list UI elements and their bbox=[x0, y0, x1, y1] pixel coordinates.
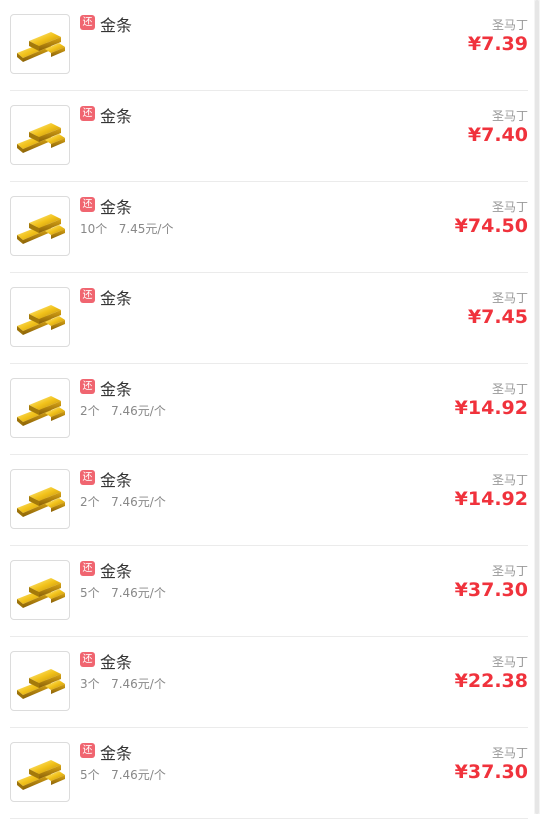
item-price: ¥7.40 bbox=[467, 124, 528, 146]
gold-bar-icon bbox=[10, 742, 70, 802]
list-item[interactable]: 还 金条 2个 7.46元/个 圣马丁 ¥14.92 bbox=[10, 455, 528, 546]
seller-name: 圣马丁 bbox=[491, 564, 528, 578]
listing-list: 还 金条 圣马丁 ¥7.39 还 金条 圣马丁 ¥7.40 还 金条 10个 7… bbox=[0, 0, 540, 819]
item-quantity-unit-price: 5个 7.46元/个 bbox=[80, 768, 166, 782]
item-price: ¥7.39 bbox=[467, 33, 528, 55]
item-price: ¥74.50 bbox=[454, 215, 528, 237]
return-badge: 还 bbox=[80, 743, 95, 758]
item-quantity-unit-price: 5个 7.46元/个 bbox=[80, 586, 166, 600]
item-quantity-unit-price: 2个 7.46元/个 bbox=[80, 495, 166, 509]
item-price: ¥37.30 bbox=[454, 761, 528, 783]
list-item[interactable]: 还 金条 5个 7.46元/个 圣马丁 ¥37.30 bbox=[10, 546, 528, 637]
item-price: ¥7.45 bbox=[467, 306, 528, 328]
gold-bar-icon bbox=[10, 469, 70, 529]
gold-bar-icon bbox=[10, 378, 70, 438]
item-name: 金条 bbox=[100, 289, 133, 308]
list-item[interactable]: 还 金条 圣马丁 ¥7.39 bbox=[10, 0, 528, 91]
list-item[interactable]: 还 金条 圣马丁 ¥7.45 bbox=[10, 273, 528, 364]
item-price: ¥22.38 bbox=[454, 670, 528, 692]
item-quantity-unit-price: 3个 7.46元/个 bbox=[80, 677, 166, 691]
seller-name: 圣马丁 bbox=[491, 382, 528, 396]
item-name: 金条 bbox=[100, 198, 133, 217]
return-badge: 还 bbox=[80, 106, 95, 121]
item-price: ¥14.92 bbox=[454, 397, 528, 419]
item-name: 金条 bbox=[100, 107, 133, 126]
seller-name: 圣马丁 bbox=[491, 200, 528, 214]
item-name: 金条 bbox=[100, 471, 133, 490]
list-item[interactable]: 还 金条 3个 7.46元/个 圣马丁 ¥22.38 bbox=[10, 637, 528, 728]
item-quantity-unit-price: 2个 7.46元/个 bbox=[80, 404, 166, 418]
seller-name: 圣马丁 bbox=[491, 291, 528, 305]
seller-name: 圣马丁 bbox=[491, 746, 528, 760]
return-badge: 还 bbox=[80, 561, 95, 576]
seller-name: 圣马丁 bbox=[491, 18, 528, 32]
gold-bar-icon bbox=[10, 14, 70, 74]
item-name: 金条 bbox=[100, 744, 133, 763]
list-item[interactable]: 还 金条 圣马丁 ¥7.40 bbox=[10, 91, 528, 182]
item-price: ¥14.92 bbox=[454, 488, 528, 510]
seller-name: 圣马丁 bbox=[491, 109, 528, 123]
gold-bar-icon bbox=[10, 651, 70, 711]
item-name: 金条 bbox=[100, 562, 133, 581]
seller-name: 圣马丁 bbox=[491, 473, 528, 487]
gold-bar-icon bbox=[10, 196, 70, 256]
return-badge: 还 bbox=[80, 197, 95, 212]
return-badge: 还 bbox=[80, 470, 95, 485]
list-item[interactable]: 还 金条 5个 7.46元/个 圣马丁 ¥37.30 bbox=[10, 728, 528, 819]
item-name: 金条 bbox=[100, 653, 133, 672]
item-name: 金条 bbox=[100, 16, 133, 35]
scrollbar[interactable] bbox=[534, 0, 540, 814]
item-name: 金条 bbox=[100, 380, 133, 399]
gold-bar-icon bbox=[10, 560, 70, 620]
return-badge: 还 bbox=[80, 379, 95, 394]
scrollbar-thumb[interactable] bbox=[535, 0, 539, 814]
return-badge: 还 bbox=[80, 15, 95, 30]
item-quantity-unit-price: 10个 7.45元/个 bbox=[80, 222, 174, 236]
item-price: ¥37.30 bbox=[454, 579, 528, 601]
list-item[interactable]: 还 金条 2个 7.46元/个 圣马丁 ¥14.92 bbox=[10, 364, 528, 455]
seller-name: 圣马丁 bbox=[491, 655, 528, 669]
list-item[interactable]: 还 金条 10个 7.45元/个 圣马丁 ¥74.50 bbox=[10, 182, 528, 273]
return-badge: 还 bbox=[80, 288, 95, 303]
return-badge: 还 bbox=[80, 652, 95, 667]
gold-bar-icon bbox=[10, 287, 70, 347]
gold-bar-icon bbox=[10, 105, 70, 165]
